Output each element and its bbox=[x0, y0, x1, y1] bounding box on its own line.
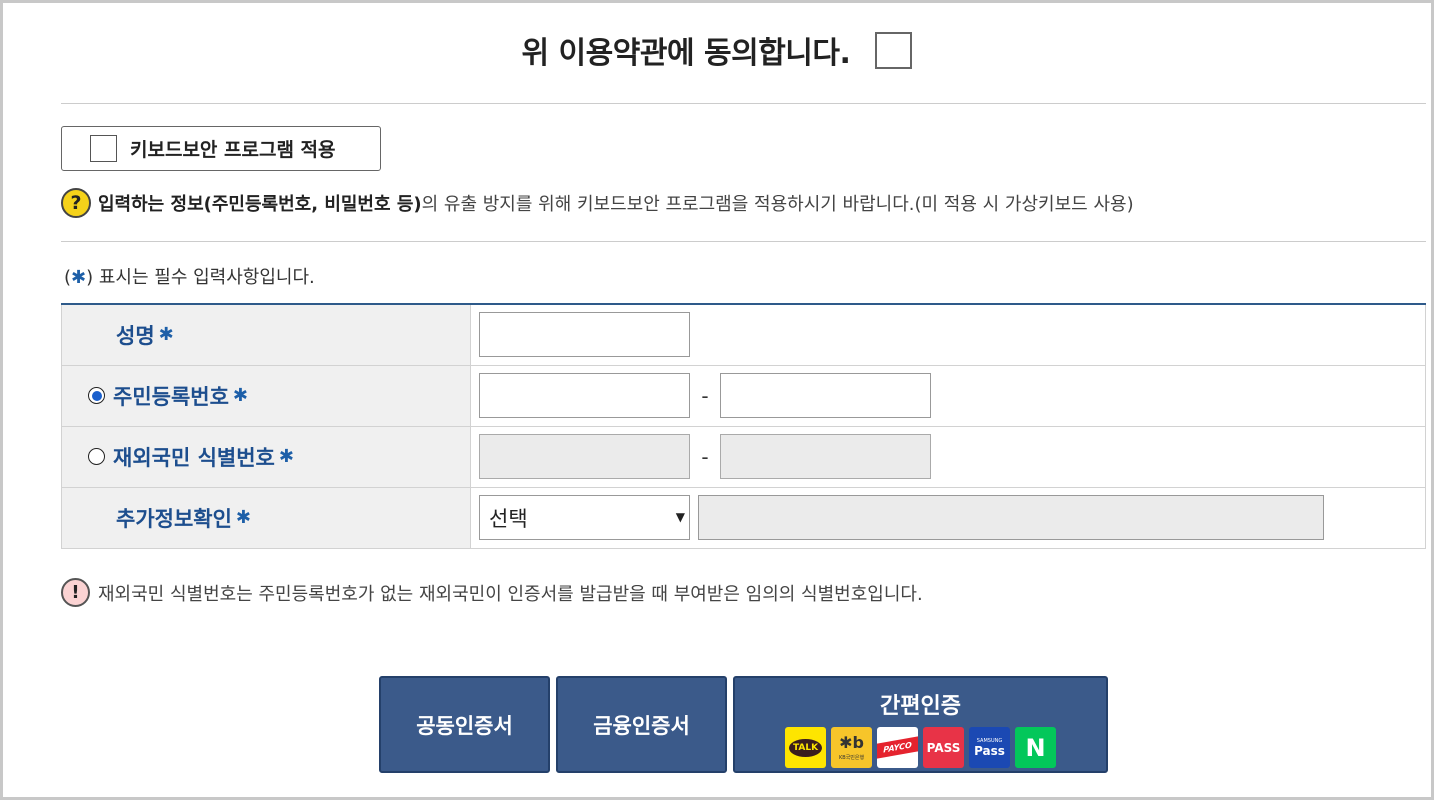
agreement-title: 위 이용약관에 동의합니다. bbox=[521, 36, 851, 71]
keyboard-security-button[interactable]: 키보드보안 프로그램 적용 bbox=[61, 126, 381, 171]
simple-auth-label: 간편인증 bbox=[880, 694, 961, 719]
required-note-text: ) 표시는 필수 입력사항입니다. bbox=[86, 267, 315, 288]
samsung-pass-icon[interactable]: SAMSUNG Pass bbox=[969, 727, 1010, 768]
foreigner-id-back-input[interactable] bbox=[720, 434, 931, 479]
warning-text: 재외국민 식별번호는 주민등록번호가 없는 재외국민이 인증서를 발급받을 때 … bbox=[98, 583, 923, 605]
required-note-open: ( bbox=[64, 267, 72, 288]
foreigner-id-front-input[interactable] bbox=[479, 434, 690, 479]
pass-icon[interactable]: PASS bbox=[923, 727, 964, 768]
required-star-icon: ✱ bbox=[235, 507, 252, 528]
joint-certificate-button[interactable]: 공동인증서 bbox=[379, 676, 550, 773]
extra-info-select-value: 선택 bbox=[489, 506, 528, 531]
extra-info-label: 추가정보확인 bbox=[116, 506, 232, 531]
required-star-icon: ✱ bbox=[71, 267, 87, 288]
joint-certificate-label: 공동인증서 bbox=[416, 713, 513, 738]
rrn-back-input[interactable] bbox=[720, 373, 931, 418]
agreement-row: 위 이용약관에 동의합니다. bbox=[0, 28, 1434, 72]
foreigner-id-radio[interactable] bbox=[88, 448, 105, 465]
keyboard-security-label: 키보드보안 프로그램 적용 bbox=[130, 139, 336, 161]
foreigner-id-input-cell: - bbox=[470, 425, 1426, 488]
kakaotalk-icon[interactable]: TALK bbox=[785, 727, 826, 768]
keyboard-security-checkbox[interactable] bbox=[90, 135, 117, 162]
simple-auth-logos: TALK ✱b KB국민은행 PAYCO PASS SAMSUNG Pass N bbox=[785, 727, 1056, 768]
notice-text: 의 유출 방지를 위해 키보드보안 프로그램을 적용하시기 바랍니다.(미 적용… bbox=[421, 194, 1134, 215]
divider-top bbox=[61, 103, 1426, 104]
table-row: 성명 ✱ bbox=[61, 303, 1426, 366]
naver-icon[interactable]: N bbox=[1015, 727, 1056, 768]
required-star-icon: ✱ bbox=[278, 446, 294, 467]
extra-info-input-cell: 선택 ▼ bbox=[470, 486, 1426, 549]
extra-info-select[interactable]: 선택 ▼ bbox=[479, 495, 690, 540]
identity-form-table: 성명 ✱ 주민등록번호 ✱ - 재외국민 식별번호 ✱ - 추가정보확인 ✱ 선… bbox=[61, 303, 1426, 549]
dropdown-arrow-icon: ▼ bbox=[675, 510, 685, 524]
question-icon: ? bbox=[61, 188, 91, 218]
rrn-input-cell: - bbox=[470, 364, 1426, 427]
rrn-radio[interactable] bbox=[88, 387, 105, 404]
rrn-label-cell: 주민등록번호 ✱ bbox=[61, 364, 471, 427]
foreigner-id-warning: ! 재외국민 식별번호는 주민등록번호가 없는 재외국민이 인증서를 발급받을 … bbox=[61, 578, 923, 607]
divider-middle bbox=[61, 241, 1426, 242]
rrn-front-input[interactable] bbox=[479, 373, 690, 418]
extra-info-input[interactable] bbox=[698, 495, 1324, 540]
payco-icon[interactable]: PAYCO bbox=[877, 727, 918, 768]
name-input-cell bbox=[470, 303, 1426, 366]
name-label-cell: 성명 ✱ bbox=[61, 303, 471, 366]
name-input[interactable] bbox=[479, 312, 690, 358]
foreigner-id-label-cell: 재외국민 식별번호 ✱ bbox=[61, 425, 471, 488]
agreement-checkbox[interactable] bbox=[875, 31, 913, 69]
foreigner-id-label: 재외국민 식별번호 bbox=[113, 445, 275, 470]
table-row: 추가정보확인 ✱ 선택 ▼ bbox=[61, 486, 1426, 549]
name-label: 성명 bbox=[116, 323, 155, 348]
rrn-dash: - bbox=[701, 383, 709, 408]
extra-info-label-cell: 추가정보확인 ✱ bbox=[61, 486, 471, 549]
table-row: 주민등록번호 ✱ - bbox=[61, 364, 1426, 427]
financial-certificate-label: 금융인증서 bbox=[593, 713, 690, 738]
required-star-icon: ✱ bbox=[232, 385, 249, 406]
kb-bank-icon[interactable]: ✱b KB국민은행 bbox=[831, 727, 872, 768]
simple-auth-button[interactable]: 간편인증 TALK ✱b KB국민은행 PAYCO PASS SAMSUNG P… bbox=[733, 676, 1108, 773]
notice-bold-text: 입력하는 정보(주민등록번호, 비밀번호 등) bbox=[98, 194, 422, 215]
rrn-label: 주민등록번호 bbox=[113, 384, 229, 409]
exclamation-icon: ! bbox=[61, 578, 90, 607]
table-row: 재외국민 식별번호 ✱ - bbox=[61, 425, 1426, 488]
financial-certificate-button[interactable]: 금융인증서 bbox=[556, 676, 727, 773]
foreigner-id-dash: - bbox=[701, 444, 709, 469]
required-note: (✱) 표시는 필수 입력사항입니다. bbox=[64, 263, 315, 289]
keyboard-security-notice: ? 입력하는 정보(주민등록번호, 비밀번호 등) 의 유출 방지를 위해 키보드… bbox=[61, 188, 1134, 218]
required-star-icon: ✱ bbox=[158, 324, 174, 346]
